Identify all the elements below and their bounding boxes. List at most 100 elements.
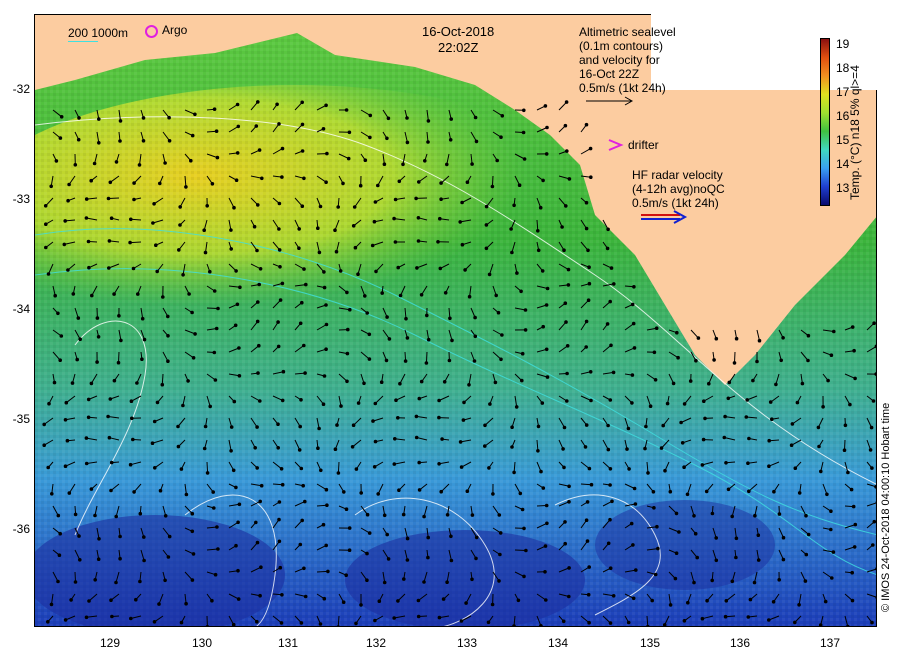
velocity-arrow-head [688,379,693,383]
velocity-arrow-head [379,380,384,385]
velocity-arrow-head [49,492,54,496]
velocity-arrow-head [585,539,590,543]
velocity-arrow-head [544,152,549,156]
velocity-arrow-head [871,399,876,403]
velocity-arrow-head [545,521,549,526]
velocity-arrow-head [696,336,701,340]
velocity-arrow-head [46,620,50,624]
velocity-arrow-head [445,162,449,167]
velocity-arrow-head [447,358,452,363]
velocity-arrow-head [524,548,528,553]
velocity-arrow-head [341,181,345,186]
velocity-arrow-head [668,489,673,494]
velocity-arrow-head [93,578,98,582]
velocity-arrow-head [414,435,419,440]
velocity-arrow-head [255,466,259,470]
velocity-arrow-head [608,621,613,625]
velocity-arrow-head [300,300,304,305]
velocity-arrow-head [474,556,478,561]
velocity-arrow-head [365,311,370,315]
velocity-arrow-head [417,396,422,401]
velocity-arrow-head [770,417,774,422]
velocity-arrow-head [609,343,613,348]
velocity-arrow-head [612,282,616,286]
velocity-arrow-head [685,492,690,497]
velocity-arrow-head [128,240,132,245]
velocity-arrow-head [781,336,785,340]
velocity-arrow-head [629,521,634,526]
velocity-arrow-head [42,443,46,448]
velocity-arrow-head [153,466,157,470]
velocity-arrow-head [875,596,876,599]
velocity-arrow-head [494,293,499,298]
velocity-arrow-head [771,600,776,604]
lat-tick: -34 [12,302,30,316]
velocity-arrow-head [373,618,377,623]
velocity-arrow-head [437,415,441,420]
velocity-arrow-head [354,621,358,626]
velocity-arrow-head [258,593,262,598]
velocity-arrow-head [424,361,429,365]
velocity-arrow-head [66,198,70,203]
velocity-arrow-head [695,555,700,560]
velocity-arrow-head [722,435,727,440]
velocity-arrow-head [46,465,50,470]
velocity-arrow-head [191,356,196,360]
velocity-arrow-head [539,624,543,626]
velocity-arrow-head [426,140,430,144]
velocity-arrow-head [608,467,613,471]
velocity-arrow-head [746,615,751,619]
velocity-arrow-head [166,314,170,319]
velocity-arrow-head [65,438,70,443]
velocity-arrow-head [611,370,616,375]
velocity-arrow-head [473,334,478,339]
velocity-arrow-head [213,378,218,382]
velocity-arrow-head [588,370,593,374]
velocity-arrow-head [665,401,670,406]
velocity-arrow-head [606,423,610,428]
velocity-arrow-head [373,401,378,406]
velocity-arrow-head [321,522,326,527]
velocity-arrow-head [301,483,306,488]
temperature-colorbar [820,38,830,206]
velocity-arrow-head [405,536,410,541]
velocity-arrow-head [465,180,470,184]
velocity-arrow-head [190,511,195,516]
velocity-arrow-head [77,116,81,120]
velocity-arrow-head [300,100,305,105]
lat-tick: -32 [12,82,30,96]
velocity-arrow-head [768,400,773,404]
velocity-arrow-head [299,398,303,402]
velocity-arrow-head [611,594,616,598]
velocity-arrow-head [777,512,782,516]
velocity-arrow-head [231,468,236,473]
velocity-arrow-head [302,566,306,571]
velocity-arrow-head [302,176,306,181]
velocity-arrow-head [829,353,834,358]
sst-map[interactable] [34,14,877,627]
velocity-arrow-head [322,285,327,290]
velocity-arrow-head [544,598,548,602]
velocity-arrow-head [561,447,565,451]
velocity-arrow-head [179,620,184,625]
velocity-arrow-head [584,518,589,523]
velocity-arrow-head [214,129,219,133]
velocity-arrow-head [376,183,380,188]
velocity-arrow-head [661,423,666,428]
velocity-arrow-head [521,130,526,135]
velocity-arrow-head [232,205,236,210]
velocity-arrow-head [470,577,474,582]
velocity-arrow-head [158,488,163,493]
velocity-arrow-head [278,298,283,302]
legend-background [651,14,877,90]
velocity-arrow-head [141,139,146,143]
velocity-arrow-head [56,513,61,518]
velocity-arrow-head [498,531,503,535]
lat-tick: -33 [12,192,30,206]
velocity-arrow-head [108,397,113,401]
velocity-arrow-head [562,248,566,252]
velocity-arrow-head [806,333,811,338]
velocity-arrow-head [76,137,81,142]
velocity-arrow-head [118,119,123,123]
velocity-arrow-head [280,175,284,179]
